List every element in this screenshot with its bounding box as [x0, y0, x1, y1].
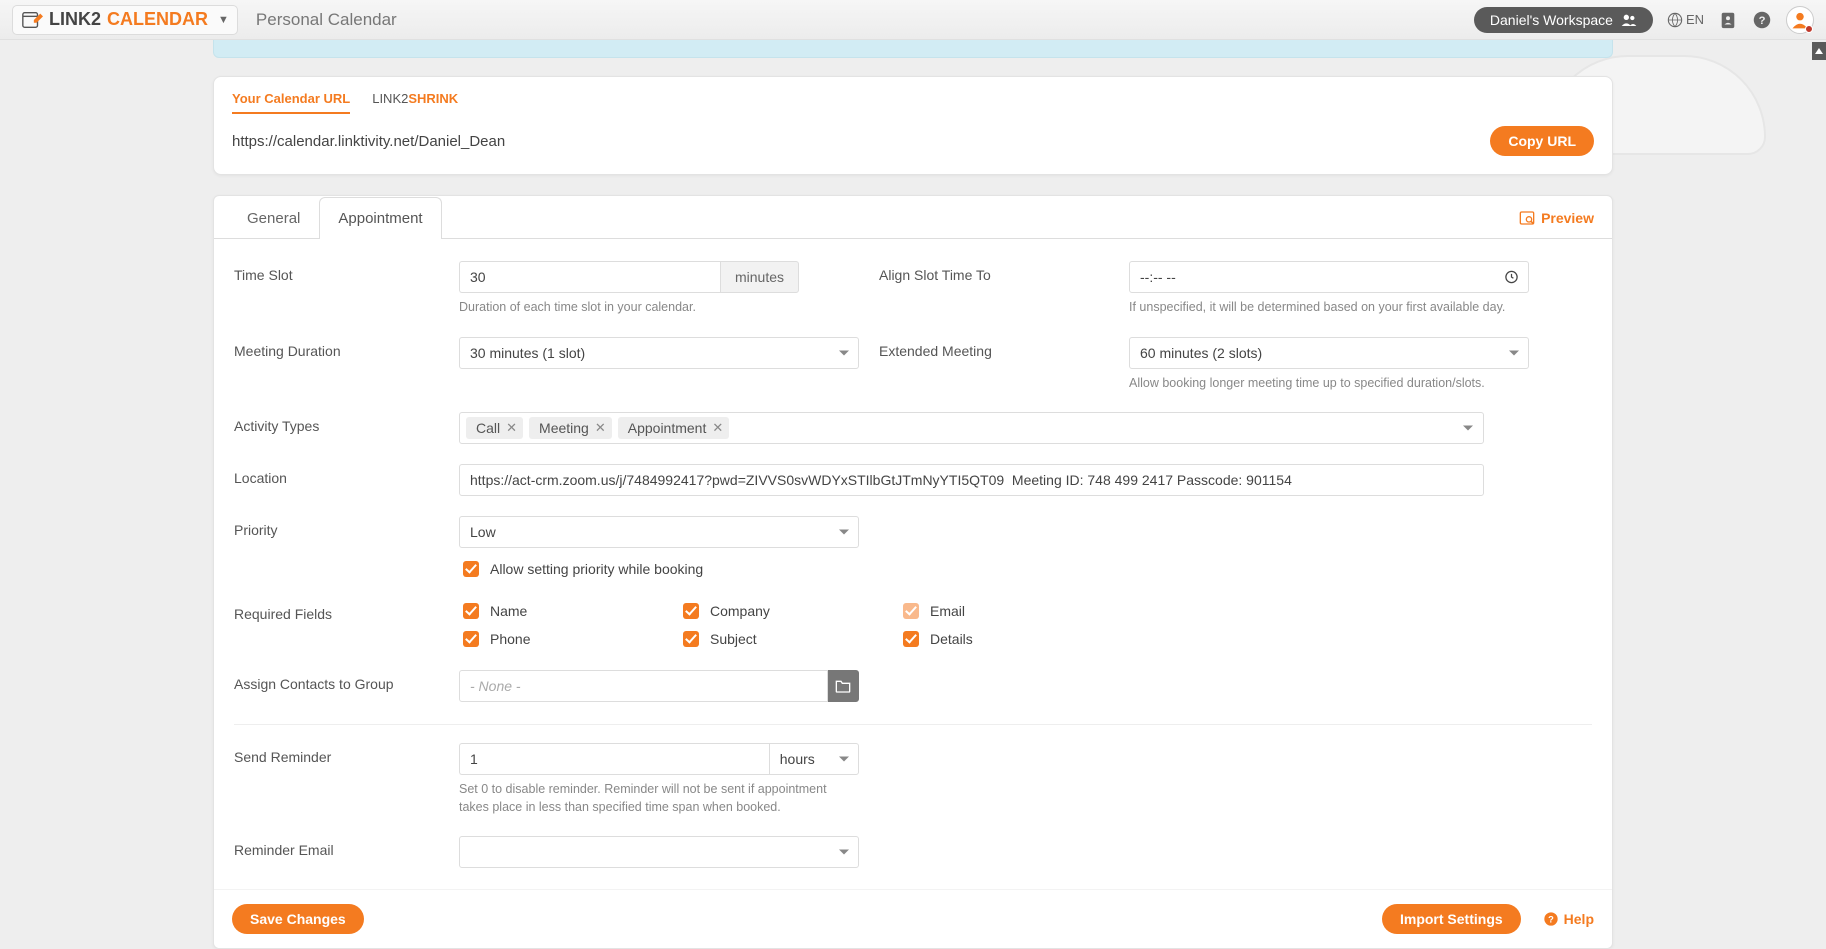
- workspace-button[interactable]: Daniel's Workspace: [1474, 7, 1653, 33]
- import-settings-button[interactable]: Import Settings: [1382, 904, 1521, 934]
- language-selector[interactable]: EN: [1667, 12, 1704, 28]
- label-send-reminder: Send Reminder: [234, 743, 439, 765]
- help-icon[interactable]: ?: [1752, 10, 1772, 30]
- badge-icon[interactable]: [1718, 10, 1738, 30]
- label-align-slot: Align Slot Time To: [879, 261, 1109, 283]
- assign-group-input[interactable]: [459, 670, 828, 702]
- tag-meeting: Meeting✕: [529, 417, 612, 439]
- allow-priority-label: Allow setting priority while booking: [490, 561, 703, 577]
- label-extended-meeting: Extended Meeting: [879, 337, 1109, 359]
- required-company[interactable]: Company: [679, 600, 889, 622]
- activity-types-input[interactable]: Call✕ Meeting✕ Appointment✕: [459, 412, 1484, 444]
- help-circle-icon: ?: [1543, 911, 1559, 927]
- browse-group-button[interactable]: [828, 670, 859, 702]
- send-reminder-help: Set 0 to disable reminder. Reminder will…: [459, 781, 859, 816]
- language-label: EN: [1686, 12, 1704, 27]
- chevron-down-icon: ▼: [218, 14, 229, 26]
- allow-priority-checkbox-row[interactable]: Allow setting priority while booking: [459, 558, 1484, 580]
- required-subject[interactable]: Subject: [679, 628, 889, 650]
- allow-priority-checkbox[interactable]: [463, 561, 479, 577]
- tag-remove-icon[interactable]: ✕: [712, 420, 723, 436]
- calendar-url-card: Your Calendar URL LINK2SHRINK https://ca…: [213, 76, 1613, 175]
- tab-general[interactable]: General: [228, 197, 319, 239]
- priority-select[interactable]: Low: [459, 516, 859, 548]
- workspace-label: Daniel's Workspace: [1490, 12, 1613, 28]
- tab-your-calendar-url[interactable]: Your Calendar URL: [232, 91, 350, 114]
- extended-meeting-help: Allow booking longer meeting time up to …: [1129, 375, 1529, 393]
- people-icon: [1621, 13, 1637, 27]
- section-divider: [234, 724, 1592, 725]
- info-banner: [213, 40, 1613, 58]
- align-slot-input[interactable]: [1129, 261, 1529, 293]
- required-email[interactable]: Email: [899, 600, 1109, 622]
- required-phone[interactable]: Phone: [459, 628, 669, 650]
- send-reminder-unit-select[interactable]: hours: [769, 743, 859, 775]
- meeting-duration-select[interactable]: 30 minutes (1 slot): [459, 337, 859, 369]
- label-assign-group: Assign Contacts to Group: [234, 670, 439, 692]
- globe-icon: [1667, 12, 1683, 28]
- help-label: Help: [1564, 911, 1594, 927]
- calendar-url-value: https://calendar.linktivity.net/Daniel_D…: [232, 133, 505, 150]
- time-slot-unit: minutes: [720, 261, 799, 293]
- label-location: Location: [234, 464, 439, 486]
- required-details[interactable]: Details: [899, 628, 1109, 650]
- preview-icon: [1519, 210, 1535, 226]
- tag-call: Call✕: [466, 417, 523, 439]
- link2shrink-part2: SHRINK: [408, 91, 458, 106]
- send-reminder-input[interactable]: [459, 743, 769, 775]
- svg-text:?: ?: [1548, 914, 1554, 924]
- app-name-part1: LINK2: [49, 9, 101, 30]
- link2shrink-part1: LINK2: [372, 91, 408, 106]
- avatar-button[interactable]: [1786, 6, 1814, 34]
- label-reminder-email: Reminder Email: [234, 836, 439, 858]
- required-name[interactable]: Name: [459, 600, 669, 622]
- time-slot-help: Duration of each time slot in your calen…: [459, 299, 859, 317]
- location-input[interactable]: [459, 464, 1484, 496]
- tab-appointment[interactable]: Appointment: [319, 197, 441, 239]
- tag-appointment: Appointment✕: [618, 417, 730, 439]
- extended-meeting-select[interactable]: 60 minutes (2 slots): [1129, 337, 1529, 369]
- tag-remove-icon[interactable]: ✕: [506, 420, 517, 436]
- top-bar: LINK2 CALENDAR ▼ Personal Calendar Daniel…: [0, 0, 1826, 40]
- label-meeting-duration: Meeting Duration: [234, 337, 439, 359]
- label-priority: Priority: [234, 516, 439, 538]
- tag-remove-icon[interactable]: ✕: [595, 420, 606, 436]
- label-required-fields: Required Fields: [234, 600, 439, 622]
- app-logo-button[interactable]: LINK2 CALENDAR ▼: [12, 5, 238, 35]
- app-name-part2: CALENDAR: [107, 9, 208, 30]
- reminder-email-select[interactable]: [459, 836, 859, 868]
- align-slot-help: If unspecified, it will be determined ba…: [1129, 299, 1529, 317]
- preview-link[interactable]: Preview: [1515, 198, 1598, 238]
- scroll-up-button[interactable]: [1812, 42, 1826, 60]
- preview-label: Preview: [1541, 210, 1594, 226]
- calendar-edit-icon: [21, 9, 43, 31]
- help-link[interactable]: ? Help: [1543, 911, 1594, 927]
- label-time-slot: Time Slot: [234, 261, 439, 283]
- svg-text:?: ?: [1759, 14, 1766, 26]
- settings-card: General Appointment Preview Time Slot mi…: [213, 195, 1613, 949]
- footer-bar: Save Changes Import Settings ? Help: [214, 889, 1612, 948]
- notification-dot-icon: [1805, 25, 1813, 33]
- save-changes-button[interactable]: Save Changes: [232, 904, 364, 934]
- copy-url-button[interactable]: Copy URL: [1490, 126, 1594, 156]
- tab-link2shrink[interactable]: LINK2SHRINK: [372, 91, 458, 114]
- time-slot-input[interactable]: [459, 261, 720, 293]
- breadcrumb: Personal Calendar: [256, 10, 397, 30]
- label-activity-types: Activity Types: [234, 412, 439, 434]
